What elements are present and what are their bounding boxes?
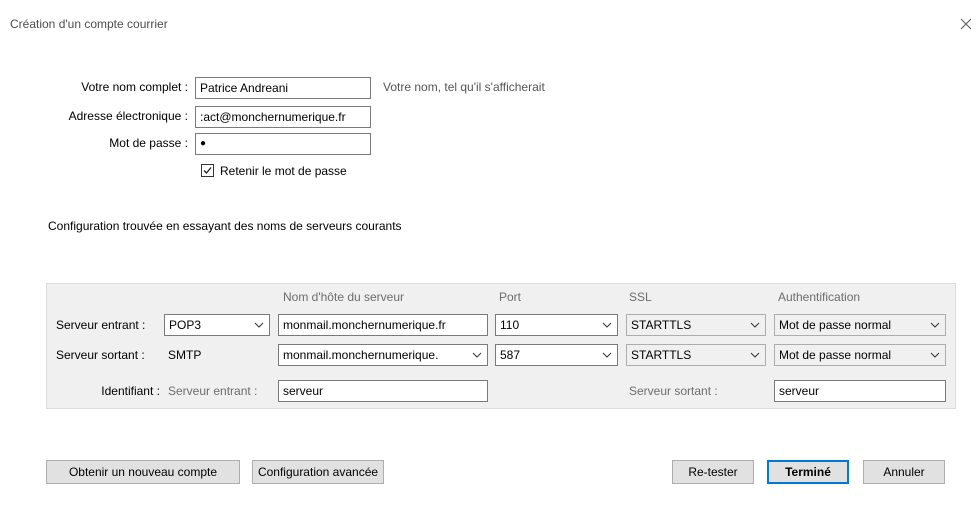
chevron-down-icon xyxy=(930,322,940,328)
advanced-config-button[interactable]: Configuration avancée xyxy=(252,460,384,484)
header-hostname: Nom d'hôte du serveur xyxy=(283,290,405,304)
incoming-ssl-select[interactable]: STARTTLS xyxy=(626,314,766,336)
incoming-server-label: Serveur entrant : xyxy=(56,318,146,332)
identifier-incoming-field[interactable]: serveur xyxy=(278,380,488,402)
incoming-auth-select[interactable]: Mot de passe normal xyxy=(774,314,946,336)
cancel-button[interactable]: Annuler xyxy=(863,460,945,484)
incoming-port-value: 110 xyxy=(500,318,520,332)
outgoing-port-select[interactable]: 587 xyxy=(495,344,618,366)
outgoing-server-label: Serveur sortant : xyxy=(56,348,145,362)
outgoing-protocol: SMTP xyxy=(168,348,202,362)
identifier-outgoing-label: Serveur sortant : xyxy=(629,384,718,398)
password-field[interactable]: ● xyxy=(195,133,371,155)
incoming-auth-value: Mot de passe normal xyxy=(779,318,892,332)
chevron-down-icon xyxy=(602,352,612,358)
outgoing-port-value: 587 xyxy=(500,348,521,362)
name-field[interactable]: Patrice Andreani xyxy=(195,77,371,99)
outgoing-ssl-select[interactable]: STARTTLS xyxy=(626,344,766,366)
checkmark-icon xyxy=(203,167,212,174)
remember-password-label[interactable]: Retenir le mot de passe xyxy=(220,163,347,179)
name-hint: Votre nom, tel qu'il s'afficherait xyxy=(383,80,545,94)
outgoing-auth-select[interactable]: Mot de passe normal xyxy=(774,344,946,366)
outgoing-auth-value: Mot de passe normal xyxy=(779,348,892,362)
incoming-protocol-value: POP3 xyxy=(169,318,202,332)
header-auth: Authentification xyxy=(778,290,861,304)
identifier-label: Identifiant : xyxy=(101,384,160,398)
outgoing-hostname-select[interactable]: monmail.monchernumerique. xyxy=(278,344,488,366)
email-field[interactable]: :act@monchernumerique.fr xyxy=(195,106,371,128)
incoming-ssl-value: STARTTLS xyxy=(631,318,692,332)
chevron-down-icon xyxy=(602,322,612,328)
incoming-protocol-select[interactable]: POP3 xyxy=(164,314,270,336)
identifier-incoming-label: Serveur entrant : xyxy=(168,384,258,398)
incoming-port-select[interactable]: 110 xyxy=(495,314,618,336)
header-ssl: SSL xyxy=(629,290,652,304)
header-port: Port xyxy=(499,290,522,304)
identifier-outgoing-field[interactable]: serveur xyxy=(774,380,946,402)
close-icon[interactable] xyxy=(960,18,972,30)
chevron-down-icon xyxy=(750,322,760,328)
chevron-down-icon xyxy=(930,352,940,358)
outgoing-ssl-value: STARTTLS xyxy=(631,348,692,362)
email-label: Adresse électronique : xyxy=(68,109,188,123)
chevron-down-icon xyxy=(750,352,760,358)
password-label: Mot de passe : xyxy=(109,136,188,150)
outgoing-hostname-value: monmail.monchernumerique. xyxy=(283,348,439,362)
retest-button[interactable]: Re-tester xyxy=(672,460,754,484)
remember-password-checkbox[interactable] xyxy=(201,164,214,177)
new-account-button[interactable]: Obtenir un nouveau compte xyxy=(46,460,240,484)
done-button[interactable]: Terminé xyxy=(767,460,849,484)
status-message: Configuration trouvée en essayant des no… xyxy=(48,219,402,233)
window-title: Création d'un compte courrier xyxy=(10,17,168,31)
incoming-hostname-field[interactable]: monmail.monchernumerique.fr xyxy=(278,314,488,336)
chevron-down-icon xyxy=(472,352,482,358)
chevron-down-icon xyxy=(254,322,264,328)
name-label: Votre nom complet : xyxy=(81,80,188,94)
